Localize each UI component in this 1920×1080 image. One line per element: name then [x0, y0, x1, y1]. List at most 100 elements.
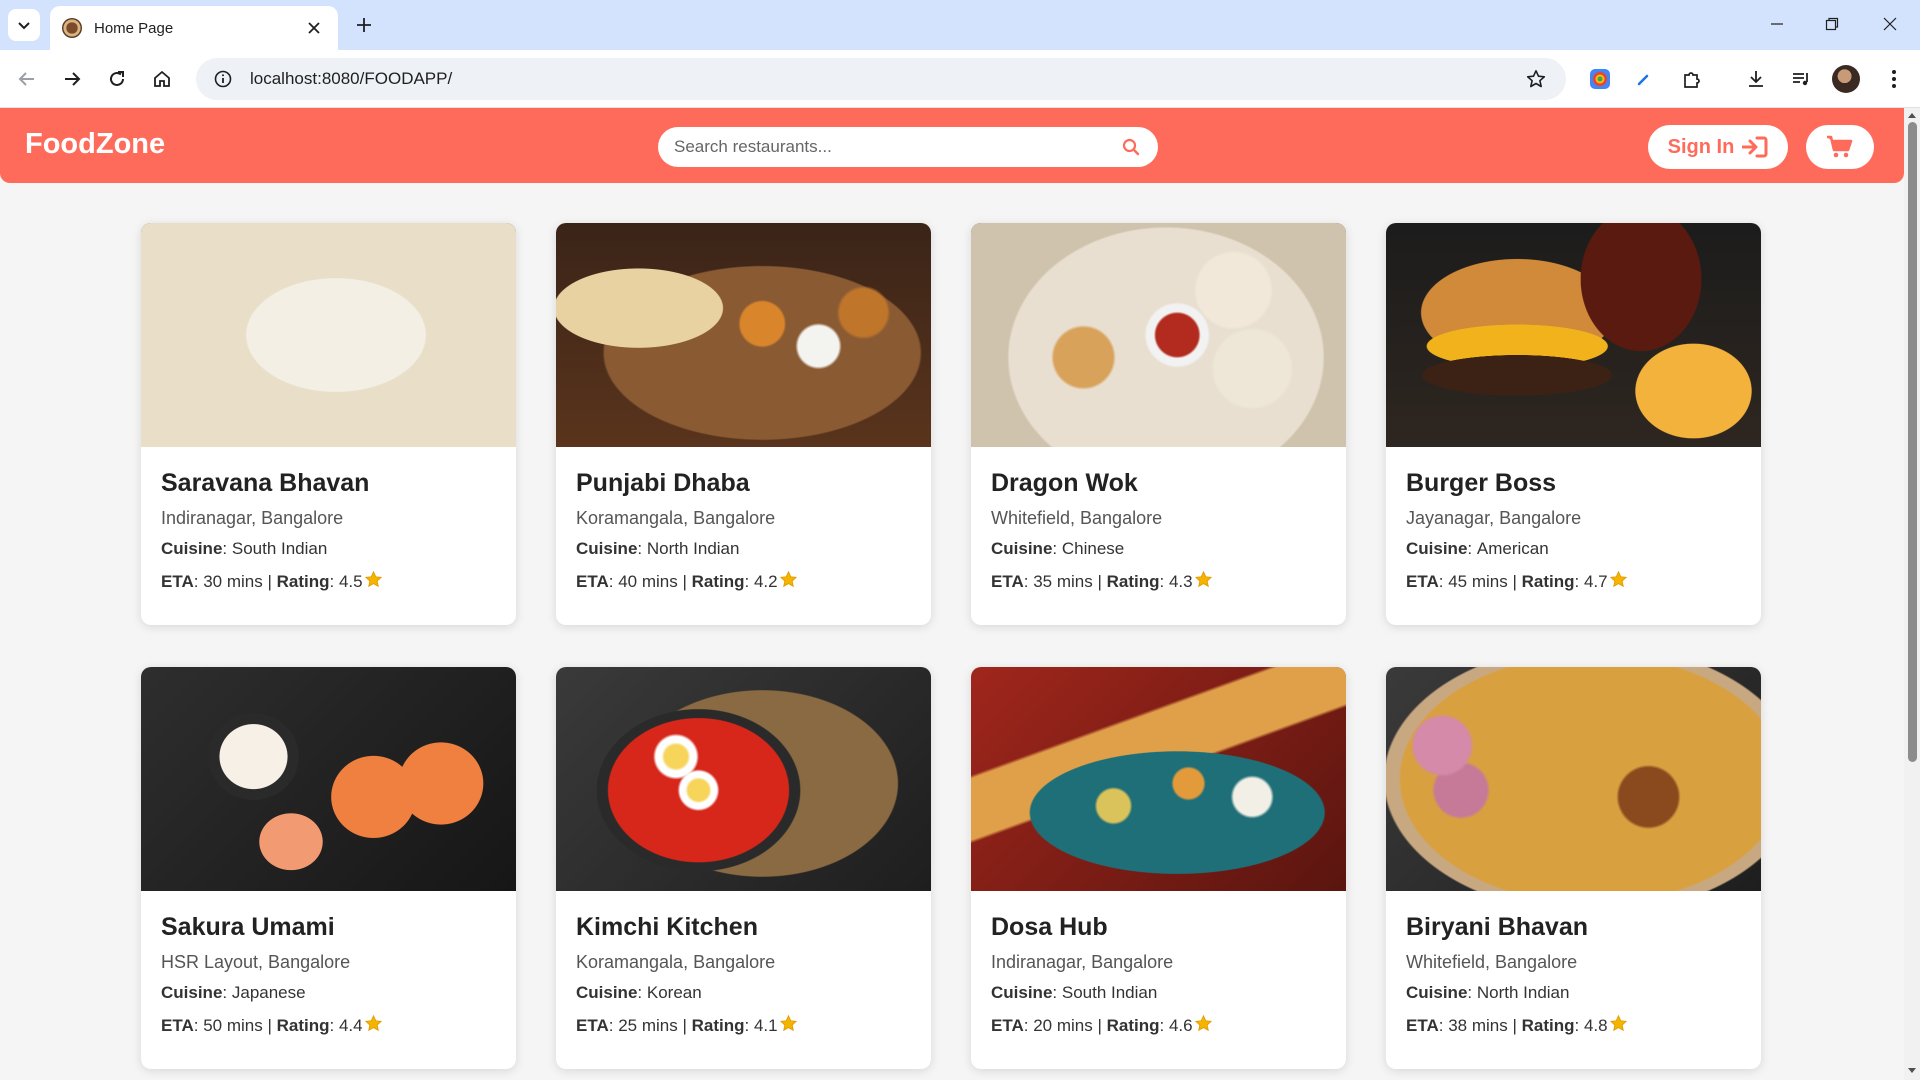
tab-search-button[interactable] [8, 9, 40, 41]
restaurant-name[interactable]: Burger Boss [1406, 469, 1741, 498]
bookmark-star-icon[interactable] [1522, 65, 1550, 93]
cuisine-label: Cuisine [991, 539, 1053, 558]
rating-label: Rating [1106, 1016, 1160, 1035]
rating-value: 4.1 [753, 1016, 778, 1035]
browser-menu-icon[interactable] [1878, 63, 1910, 95]
search-input[interactable] [674, 137, 1120, 157]
page-scrollbar[interactable] [1904, 108, 1920, 1080]
rating-value: 4.8 [1583, 1016, 1608, 1035]
eta-value: 38 mins [1448, 1016, 1508, 1035]
restaurant-photo[interactable] [556, 223, 931, 447]
restaurant-name[interactable]: Saravana Bhavan [161, 469, 496, 498]
cuisine-value: North Indian [646, 539, 740, 558]
cuisine-value: North Indian [1476, 983, 1570, 1002]
extension-pen-icon[interactable] [1628, 63, 1660, 95]
rating-label: Rating [1521, 1016, 1575, 1035]
new-tab-button[interactable] [350, 11, 378, 39]
restaurant-location: Jayanagar, Bangalore [1406, 508, 1582, 528]
eta-value: 25 mins [618, 1016, 678, 1035]
colon: : [1023, 1016, 1034, 1035]
reload-icon [110, 71, 124, 86]
restaurant-card[interactable]: Dragon Wok Whitefield, Bangalore Cuisine… [971, 223, 1346, 625]
minimize-button[interactable] [1757, 8, 1797, 40]
cart-button[interactable] [1806, 125, 1874, 169]
minimize-icon [1771, 23, 1783, 25]
restaurant-name[interactable]: Kimchi Kitchen [576, 913, 911, 942]
eta-rating-line: ETA: 35 mins | Rating: 4.3 [991, 570, 1326, 593]
cuisine-line: Cuisine: North Indian [1406, 983, 1741, 1003]
restaurant-photo[interactable] [971, 223, 1346, 447]
restaurant-card[interactable]: Saravana Bhavan Indiranagar, Bangalore C… [141, 223, 516, 625]
sign-in-button[interactable]: Sign In [1648, 125, 1788, 169]
browser-tabstrip: Home Page [0, 0, 1920, 50]
restaurant-location: Indiranagar, Bangalore [991, 952, 1174, 972]
address-bar[interactable]: localhost:8080/FOODAPP/ [196, 58, 1566, 100]
eta-rating-line: ETA: 25 mins | Rating: 4.1 [576, 1014, 911, 1037]
brand-logo[interactable]: FoodZone [25, 128, 165, 161]
card-body: Dosa Hub Indiranagar, Bangalore Cuisine:… [971, 891, 1346, 1037]
restaurant-name[interactable]: Biryani Bhavan [1406, 913, 1741, 942]
restaurant-photo[interactable] [556, 667, 931, 891]
restaurant-location: Indiranagar, Bangalore [161, 508, 344, 528]
restaurant-photo[interactable] [1386, 667, 1761, 891]
colon: : [744, 1016, 754, 1035]
browser-tab-home[interactable]: Home Page [50, 6, 338, 50]
restore-button[interactable] [1812, 8, 1852, 40]
colon: : [222, 983, 232, 1002]
restaurant-name[interactable]: Dragon Wok [991, 469, 1326, 498]
extensions-puzzle-icon[interactable] [1676, 63, 1708, 95]
colon: : [637, 983, 647, 1002]
reload-button[interactable] [99, 61, 135, 97]
extension-color-icon[interactable] [1584, 63, 1616, 95]
restaurant-name[interactable]: Sakura Umami [161, 913, 496, 942]
eta-value: 30 mins [203, 572, 263, 591]
colon: : [193, 572, 204, 591]
media-control-icon[interactable] [1785, 63, 1817, 95]
url-text[interactable]: localhost:8080/FOODAPP/ [250, 69, 1522, 89]
close-icon [1883, 17, 1897, 31]
card-body: Punjabi Dhaba Koramangala, Bangalore Cui… [556, 447, 931, 593]
colon: : [193, 1016, 204, 1035]
card-body: Sakura Umami HSR Layout, Bangalore Cuisi… [141, 891, 516, 1037]
colon: : [222, 539, 232, 558]
restaurant-name[interactable]: Dosa Hub [991, 913, 1326, 942]
restaurant-card[interactable]: Kimchi Kitchen Koramangala, Bangalore Cu… [556, 667, 931, 1069]
scroll-down-icon[interactable] [1907, 1066, 1917, 1076]
eta-rating-line: ETA: 38 mins | Rating: 4.8 [1406, 1014, 1741, 1037]
cuisine-value: Korean [646, 983, 702, 1002]
arrow-left-icon [18, 72, 34, 86]
eta-value: 40 mins [618, 572, 678, 591]
search-box [658, 127, 1158, 167]
restaurant-card[interactable]: Sakura Umami HSR Layout, Bangalore Cuisi… [141, 667, 516, 1069]
search-icon[interactable] [1120, 136, 1142, 158]
back-button[interactable] [9, 61, 45, 97]
tab-close-button[interactable] [302, 16, 326, 40]
sign-in-icon [1742, 136, 1768, 158]
star-icon [1609, 1014, 1627, 1037]
forward-button[interactable] [54, 61, 90, 97]
scroll-up-icon[interactable] [1907, 110, 1917, 120]
colon: : [1159, 1016, 1169, 1035]
restaurant-name[interactable]: Punjabi Dhaba [576, 469, 911, 498]
download-icon[interactable] [1740, 63, 1772, 95]
plus-icon [357, 18, 371, 32]
restaurant-card[interactable]: Dosa Hub Indiranagar, Bangalore Cuisine:… [971, 667, 1346, 1069]
close-window-button[interactable] [1870, 8, 1910, 40]
card-body: Burger Boss Jayanagar, Bangalore Cuisine… [1386, 447, 1761, 593]
restaurant-photo[interactable] [1386, 223, 1761, 447]
eta-label: ETA [161, 1016, 194, 1035]
scrollbar-thumb[interactable] [1908, 122, 1917, 762]
restaurant-card[interactable]: Burger Boss Jayanagar, Bangalore Cuisine… [1386, 223, 1761, 625]
browser-toolbar: localhost:8080/FOODAPP/ [0, 50, 1920, 108]
colon: : [608, 1016, 619, 1035]
restaurant-card[interactable]: Punjabi Dhaba Koramangala, Bangalore Cui… [556, 223, 931, 625]
restaurant-card[interactable]: Biryani Bhavan Whitefield, Bangalore Cui… [1386, 667, 1761, 1069]
site-info-icon[interactable] [212, 68, 234, 90]
profile-avatar[interactable] [1832, 65, 1860, 93]
restaurant-photo[interactable] [971, 667, 1346, 891]
restaurant-photo[interactable] [141, 667, 516, 891]
home-button[interactable] [144, 61, 180, 97]
cuisine-label: Cuisine [1406, 539, 1468, 558]
restaurant-photo[interactable] [141, 223, 516, 447]
card-body: Dragon Wok Whitefield, Bangalore Cuisine… [971, 447, 1346, 593]
